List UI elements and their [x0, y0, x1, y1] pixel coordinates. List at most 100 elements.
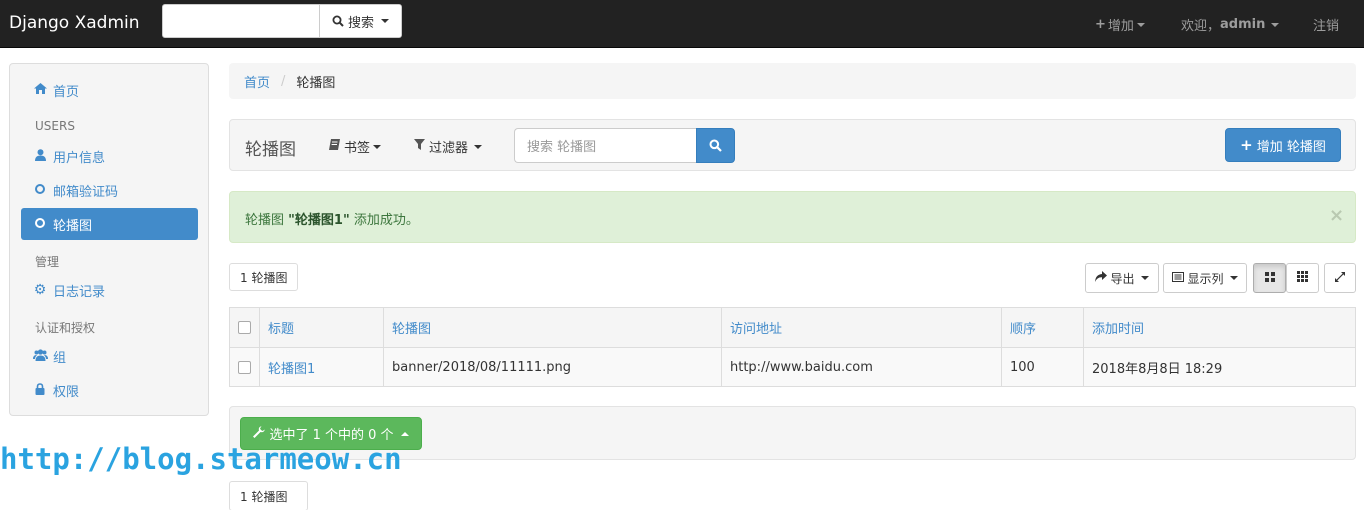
result-count-bottom: 1 轮播图 — [229, 481, 308, 510]
circle-icon — [33, 183, 47, 197]
sidebar-item-label: 轮播图 — [53, 218, 93, 234]
list-toolbar: 轮播图 书签 过滤器 搜索 轮播图 + 增加 轮播图 — [229, 119, 1356, 171]
list-alt-icon — [1172, 271, 1185, 285]
success-alert: 轮播图 "轮播图1" 添加成功。 × — [229, 191, 1356, 243]
search-icon — [709, 139, 722, 152]
sidebar-item-group[interactable]: 组 — [21, 340, 198, 372]
sidebar-item-home[interactable]: 首页 — [21, 74, 198, 106]
global-search-input[interactable] — [163, 5, 320, 37]
select-all-checkbox[interactable] — [238, 321, 251, 334]
sidebar-item-label: 日志记录 — [53, 284, 106, 300]
nav-add-menu[interactable]: + 增加 — [1095, 15, 1145, 34]
share-icon — [1095, 271, 1108, 285]
select-all-cell — [229, 307, 260, 348]
gear-icon: ⚙ — [33, 282, 47, 298]
column-header-url[interactable]: 访问地址 — [721, 307, 1002, 348]
result-count-top: 1 轮播图 — [229, 263, 299, 291]
global-search: 搜索 — [162, 4, 402, 38]
plus-icon: + — [1095, 17, 1106, 32]
sidebar-item-email-code[interactable]: 邮箱验证码 — [21, 174, 198, 206]
circle-icon — [33, 217, 47, 231]
user-menu[interactable]: 欢迎， admin — [1181, 15, 1280, 34]
welcome-text: 欢迎， — [1181, 19, 1221, 34]
bookmarks-label: 书签 — [344, 141, 371, 156]
search-icon — [332, 15, 344, 27]
column-header-title[interactable]: 标题 — [259, 307, 384, 348]
list-search-button[interactable] — [696, 128, 735, 163]
top-navbar: Django Xadmin 搜索 + 增加 欢迎， admin 注销 — [0, 0, 1364, 48]
column-header-added-time[interactable]: 添加时间 — [1083, 307, 1356, 348]
alert-suffix: 添加成功。 — [353, 213, 419, 228]
close-icon[interactable]: × — [1329, 205, 1344, 226]
columns-button[interactable]: 显示列 — [1163, 263, 1247, 293]
results-table: 标题 轮播图 访问地址 顺序 添加时间 轮播图1 banner/2018/08/… — [229, 307, 1356, 387]
nav-add-label: 增加 — [1107, 19, 1134, 34]
brand-logo[interactable]: Django Xadmin — [9, 13, 140, 33]
sidebar-item-log[interactable]: ⚙ 日志记录 — [21, 274, 198, 306]
fullscreen-button[interactable] — [1324, 263, 1356, 293]
row-checkbox[interactable] — [238, 360, 251, 374]
lock-icon — [33, 382, 47, 398]
alert-object: "轮播图1" — [288, 213, 350, 228]
sidebar-group-manage: 管理 — [35, 255, 60, 269]
column-header-order[interactable]: 顺序 — [1001, 307, 1084, 348]
sidebar-group-users: USERS — [35, 119, 75, 133]
page-title: 轮播图 — [245, 140, 296, 160]
chevron-down-icon — [474, 144, 483, 149]
logout-link[interactable]: 注销 — [1313, 15, 1339, 34]
view-large-grid-button[interactable] — [1253, 263, 1286, 293]
th-icon — [1297, 271, 1308, 285]
watermark-text: http://blog.starmeow.cn — [0, 442, 402, 476]
chevron-up-icon — [400, 431, 409, 436]
book-icon — [329, 139, 340, 154]
global-search-button[interactable]: 搜索 — [320, 5, 401, 37]
export-label: 导出 — [1110, 271, 1135, 286]
users-icon — [33, 348, 48, 364]
sidebar-item-permission[interactable]: 权限 — [21, 374, 198, 406]
breadcrumb: 首页 / 轮播图 — [229, 63, 1356, 99]
alert-model: 轮播图 — [245, 213, 285, 228]
breadcrumb-current: 轮播图 — [296, 75, 336, 91]
username: admin — [1220, 17, 1266, 32]
chevron-down-icon — [1140, 276, 1149, 280]
filter-icon — [414, 139, 425, 154]
filters-dropdown[interactable]: 过滤器 — [414, 137, 483, 156]
row-image-cell: banner/2018/08/11111.png — [383, 347, 722, 387]
chevron-down-icon — [1136, 22, 1145, 27]
row-title-link[interactable]: 轮播图1 — [259, 347, 384, 387]
row-select-cell — [229, 347, 260, 387]
add-banner-button[interactable]: + 增加 轮播图 — [1225, 128, 1341, 162]
user-icon — [33, 148, 47, 164]
sidebar-item-label: 首页 — [53, 84, 80, 100]
sidebar-item-label: 组 — [53, 350, 67, 366]
chevron-down-icon — [1229, 276, 1238, 280]
plus-icon: + — [1240, 136, 1253, 154]
alert-message: 轮播图 "轮播图1" 添加成功。 — [245, 209, 419, 228]
view-small-grid-button[interactable] — [1286, 263, 1319, 293]
bookmarks-dropdown[interactable]: 书签 — [329, 137, 382, 156]
sidebar-item-user-info[interactable]: 用户信息 — [21, 140, 198, 172]
table-row: 轮播图1 banner/2018/08/11111.png http://www… — [229, 347, 1356, 387]
bulk-actions-label: 选中了 1 个中的 0 个 — [269, 428, 394, 443]
sidebar-group-auth: 认证和授权 — [35, 321, 96, 335]
table-header-row: 标题 轮播图 访问地址 顺序 添加时间 — [229, 307, 1356, 348]
list-search-input[interactable]: 搜索 轮播图 — [514, 128, 696, 163]
breadcrumb-separator: / — [281, 73, 286, 89]
resize-full-icon — [1335, 271, 1345, 285]
home-icon — [33, 83, 47, 97]
global-search-label: 搜索 — [347, 15, 374, 31]
sidebar-item-label: 邮箱验证码 — [53, 184, 119, 200]
wrench-icon — [253, 425, 266, 442]
add-banner-label: 增加 轮播图 — [1256, 139, 1326, 155]
export-button[interactable]: 导出 — [1085, 263, 1159, 293]
sidebar-item-label: 用户信息 — [53, 150, 106, 166]
row-added-time-cell: 2018年8月8日 18:29 — [1083, 347, 1356, 387]
columns-label: 显示列 — [1187, 271, 1224, 286]
sidebar-item-banner[interactable]: 轮播图 — [21, 208, 198, 240]
chevron-down-icon — [381, 19, 389, 23]
list-search: 搜索 轮播图 — [514, 128, 735, 163]
breadcrumb-home[interactable]: 首页 — [244, 72, 270, 91]
chevron-down-icon — [373, 144, 382, 149]
sidebar: 首页 USERS 用户信息 邮箱验证码 轮播图 管理 ⚙ 日志记录 认证和授权 … — [9, 63, 209, 416]
column-header-image[interactable]: 轮播图 — [383, 307, 722, 348]
